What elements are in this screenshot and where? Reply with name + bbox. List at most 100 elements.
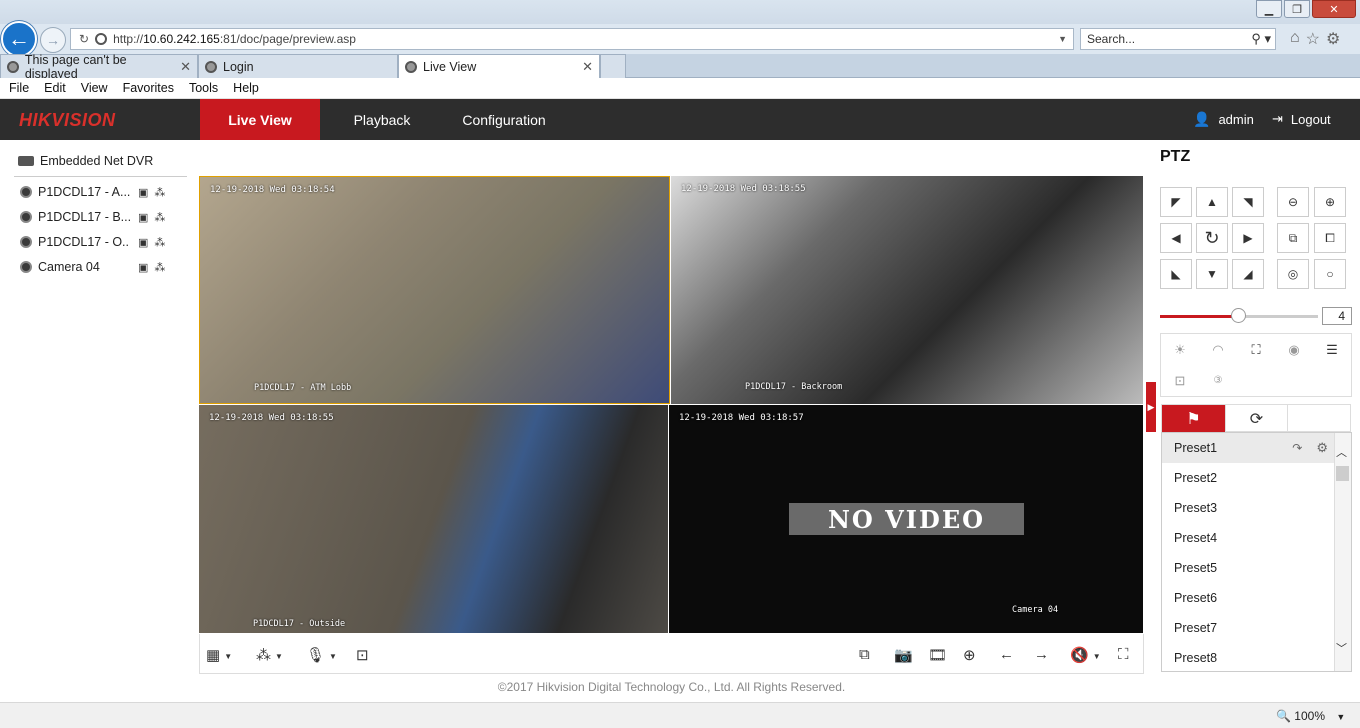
tab-close-icon[interactable]: ✕ [180, 59, 191, 75]
ptz-up-right-button[interactable]: ◥ [1232, 187, 1264, 217]
stream-type-icon[interactable]: ⁂ ▼ [256, 646, 283, 664]
next-page-icon[interactable]: → [1034, 646, 1049, 663]
ptz-up-left-button[interactable]: ◤ [1160, 187, 1192, 217]
stream-icon[interactable]: ⁂ [154, 236, 165, 249]
zoom-level[interactable]: 🔍 100% ▼ [1276, 709, 1345, 723]
list-item[interactable]: Preset4 [1162, 523, 1336, 553]
tab-error[interactable]: This page can't be displayed ✕ [0, 53, 198, 81]
patrol-tab-icon[interactable]: ⟳ [1225, 405, 1288, 432]
list-item[interactable]: Preset1 ↷ ⚙ [1162, 433, 1336, 463]
wiper-icon[interactable]: ◠ [1199, 334, 1237, 365]
user-menu[interactable]: 👤 admin [1193, 111, 1254, 128]
menu-view[interactable]: View [81, 81, 108, 95]
scroll-up-icon[interactable]: ︿ [1336, 444, 1347, 460]
search-icon[interactable]: ⚲ ▾ [1251, 31, 1271, 47]
stream-icon[interactable]: ⁂ [154, 186, 165, 199]
lens-init-icon[interactable]: ◉ [1275, 334, 1313, 365]
video-tile-4[interactable]: 12-19-2018 Wed 03:18:57 NO VIDEO Camera … [669, 405, 1143, 633]
window-layout-icon[interactable]: ▦ ▼ [206, 646, 232, 664]
minimize-button[interactable]: ▁ [1256, 0, 1282, 18]
camera-item[interactable]: P1DCDL17 - A... ▣ ⁂ [20, 185, 170, 199]
record-icon[interactable]: ▣ [138, 261, 148, 274]
auxiliary-focus-icon[interactable]: ⛶ [1237, 334, 1275, 365]
record-icon[interactable]: ▣ [138, 236, 148, 249]
stream-icon[interactable]: ⁂ [154, 261, 165, 274]
record-icon[interactable]: ▣ [138, 211, 148, 224]
speed-slider-handle[interactable] [1231, 308, 1246, 323]
video-tile-1[interactable]: 12-19-2018 Wed 03:18:54 P1DCDL17 - ATM L… [199, 176, 670, 404]
list-item[interactable]: Preset7 [1162, 613, 1336, 643]
ptz-down-button[interactable]: ▼ [1196, 259, 1228, 289]
zoom-out-icon[interactable]: ⊖ [1277, 187, 1309, 217]
fullscreen-icon[interactable]: ⛶ [1118, 646, 1129, 663]
capture-camera-icon[interactable]: 📷 [894, 646, 913, 664]
video-tile-2[interactable]: 12-19-2018 Wed 03:18:55 P1DCDL17 - Backr… [671, 176, 1143, 404]
manual-tracking-icon[interactable]: ⊡ [1161, 365, 1199, 396]
focus-far-icon[interactable]: ⧠ [1314, 223, 1346, 253]
ptz-down-right-button[interactable]: ◢ [1232, 259, 1264, 289]
stop-all-icon[interactable]: ⧉ [859, 646, 870, 663]
forward-button[interactable]: → [40, 27, 66, 53]
camera-item[interactable]: Camera 04 ▣ ⁂ [20, 260, 170, 274]
menu-tools[interactable]: Tools [189, 81, 218, 95]
ptz-up-button[interactable]: ▲ [1196, 187, 1228, 217]
previous-page-icon[interactable]: ← [999, 646, 1014, 663]
panel-collapse-button[interactable]: ▶ [1146, 382, 1156, 432]
nav-playback[interactable]: Playback [334, 99, 430, 140]
3d-positioning-icon[interactable]: ③ [1199, 365, 1237, 396]
preset-scroll-thumb[interactable] [1336, 466, 1349, 481]
menu-icon[interactable]: ☰ [1313, 334, 1351, 365]
zoom-dropdown-icon[interactable]: ▼ [1336, 712, 1345, 722]
pattern-tab[interactable] [1288, 405, 1351, 432]
audio-mute-icon[interactable]: 🔇 ▼ [1070, 646, 1101, 664]
menu-favorites[interactable]: Favorites [123, 81, 174, 95]
microphone-icon[interactable]: 🎙 ▼ [306, 646, 337, 664]
close-window-button[interactable]: ✕ [1312, 0, 1356, 18]
search-box[interactable]: Search... ⚲ ▾ [1080, 28, 1276, 50]
address-dropdown-icon[interactable]: ▼ [1058, 34, 1067, 44]
new-tab-button[interactable] [600, 54, 626, 78]
camera-item[interactable]: P1DCDL17 - O... ▣ ⁂ [20, 235, 170, 249]
light-icon[interactable]: ☀ [1161, 334, 1199, 365]
digital-zoom-icon[interactable]: ⊕ [963, 646, 976, 664]
stream-icon[interactable]: ⁂ [154, 211, 165, 224]
iris-close-icon[interactable]: ○ [1314, 259, 1346, 289]
record-clip-icon[interactable]: 🎞 [928, 646, 947, 664]
preset-tab-flag-icon[interactable]: ⚑ [1162, 405, 1225, 432]
menu-file[interactable]: File [9, 81, 29, 95]
tab-live-view[interactable]: Live View ✕ [398, 54, 600, 79]
iris-open-icon[interactable]: ◎ [1277, 259, 1309, 289]
settings-gear-icon[interactable]: ⚙ [1326, 29, 1340, 49]
video-wall-icon[interactable]: ⊡ [356, 646, 369, 664]
focus-near-icon[interactable]: ⧉ [1277, 223, 1309, 253]
ptz-auto-rotate-icon[interactable]: ↻ [1196, 223, 1228, 253]
favorites-star-icon[interactable]: ☆ [1306, 29, 1320, 49]
preset-settings-icon[interactable]: ⚙ [1316, 440, 1328, 456]
tab-close-icon[interactable]: ✕ [582, 59, 593, 75]
menu-help[interactable]: Help [233, 81, 259, 95]
ptz-left-button[interactable]: ◀ [1160, 223, 1192, 253]
tree-root[interactable]: Embedded Net DVR [18, 154, 153, 168]
list-item[interactable]: Preset3 [1162, 493, 1336, 523]
maximize-button[interactable]: ❐ [1284, 0, 1310, 18]
list-item[interactable]: Preset5 [1162, 553, 1336, 583]
list-item[interactable]: Preset2 [1162, 463, 1336, 493]
scroll-down-icon[interactable]: ﹀ [1336, 640, 1347, 656]
call-preset-icon[interactable]: ↷ [1292, 441, 1302, 455]
logout-button[interactable]: ⇥ Logout [1272, 111, 1331, 127]
video-tile-3[interactable]: 12-19-2018 Wed 03:18:55 P1DCDL17 - Outsi… [199, 405, 668, 633]
zoom-in-icon[interactable]: ⊕ [1314, 187, 1346, 217]
nav-configuration[interactable]: Configuration [448, 99, 560, 140]
camera-item[interactable]: P1DCDL17 - B... ▣ ⁂ [20, 210, 170, 224]
nav-live-view[interactable]: Live View [200, 99, 320, 140]
list-item[interactable]: Preset8 [1162, 643, 1336, 671]
ptz-down-left-button[interactable]: ◣ [1160, 259, 1192, 289]
ptz-right-button[interactable]: ▶ [1232, 223, 1264, 253]
menu-edit[interactable]: Edit [44, 81, 66, 95]
address-bar[interactable]: ↻ http://10.60.242.165:81/doc/page/previ… [70, 28, 1074, 50]
record-icon[interactable]: ▣ [138, 186, 148, 199]
tab-login[interactable]: Login [198, 54, 398, 78]
home-icon[interactable]: ⌂ [1290, 29, 1300, 49]
refresh-icon[interactable]: ↻ [79, 32, 89, 46]
list-item[interactable]: Preset6 [1162, 583, 1336, 613]
